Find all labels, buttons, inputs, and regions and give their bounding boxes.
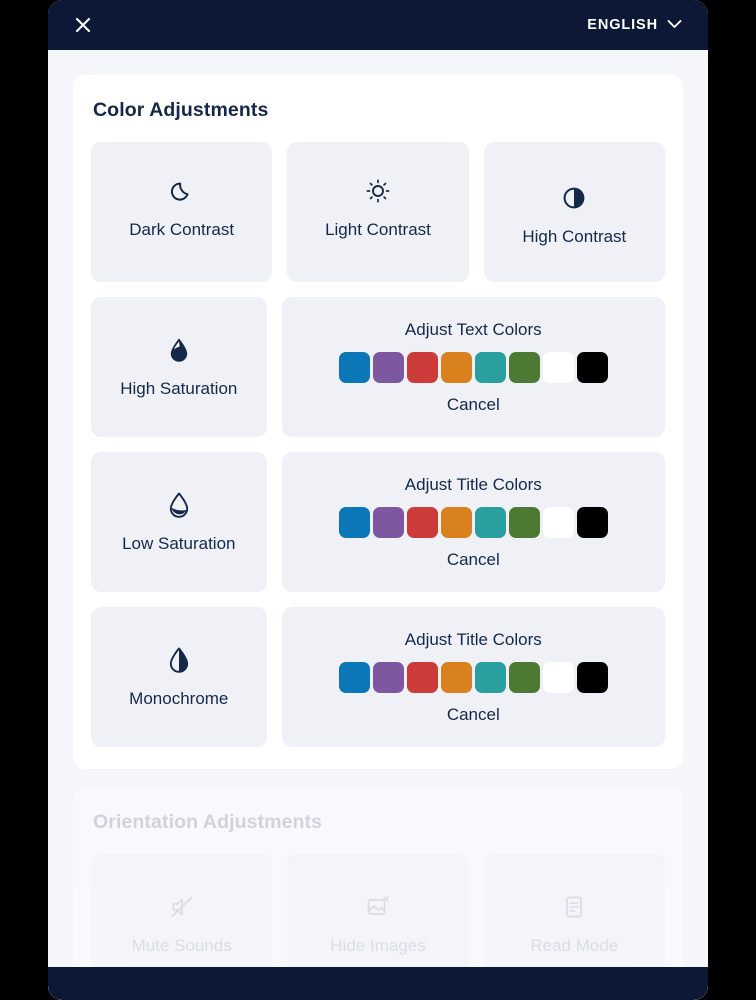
color-swatch-purple[interactable] — [372, 351, 404, 383]
contrast-circle-icon — [561, 183, 587, 213]
droplet-half-bottom-icon — [167, 490, 191, 520]
panel-title: Adjust Title Colors — [404, 629, 542, 649]
color-swatch-black[interactable] — [576, 351, 608, 383]
panel-title: Adjust Title Colors — [404, 474, 542, 494]
color-swatch-orange[interactable] — [440, 351, 472, 383]
color-swatch-list — [338, 506, 608, 538]
color-swatch-blue[interactable] — [338, 351, 370, 383]
low-saturation-row: Low Saturation Adjust Title Colors Cance… — [91, 452, 665, 592]
contrast-row: Dark Contrast Light Contrast High Contra… — [91, 142, 665, 282]
tile-dark-contrast[interactable]: Dark Contrast — [91, 142, 273, 282]
widget-footer-bar — [48, 967, 708, 1000]
droplet-half-right-icon — [167, 645, 191, 675]
adjust-text-colors-panel: Adjust Text Colors Cancel — [281, 297, 665, 437]
tile-label: Dark Contrast — [129, 220, 235, 240]
color-swatch-green[interactable] — [508, 351, 540, 383]
document-lines-icon — [561, 892, 587, 922]
moon-icon — [169, 176, 195, 206]
color-swatch-white[interactable] — [542, 661, 574, 693]
tile-high-saturation[interactable]: High Saturation — [91, 297, 267, 437]
color-swatch-orange[interactable] — [440, 661, 472, 693]
language-selector[interactable]: ENGLISH — [587, 16, 682, 34]
tile-label: High Saturation — [120, 379, 238, 399]
color-swatch-teal[interactable] — [474, 661, 506, 693]
color-swatch-green[interactable] — [508, 661, 540, 693]
hide-image-icon — [365, 892, 391, 922]
color-swatch-blue[interactable] — [338, 506, 370, 538]
widget-header: ENGLISH — [48, 0, 708, 50]
color-swatch-purple[interactable] — [372, 506, 404, 538]
adjust-title-colors-panel-2: Adjust Title Colors Cancel — [281, 607, 665, 747]
color-swatch-teal[interactable] — [474, 506, 506, 538]
color-swatch-list — [338, 661, 608, 693]
color-swatch-orange[interactable] — [440, 506, 472, 538]
color-swatch-red[interactable] — [406, 351, 438, 383]
tile-label: Mute Sounds — [131, 936, 232, 956]
panel-title: Adjust Text Colors — [404, 319, 542, 339]
mute-sound-icon — [169, 892, 195, 922]
tile-label: Light Contrast — [325, 220, 431, 240]
color-swatch-white[interactable] — [542, 351, 574, 383]
color-swatch-purple[interactable] — [372, 661, 404, 693]
accessibility-widget: ENGLISH Color Adjustments Dark Contrast … — [48, 0, 708, 1000]
cancel-button[interactable]: Cancel — [447, 395, 500, 415]
color-swatch-blue[interactable] — [338, 661, 370, 693]
close-button[interactable] — [70, 12, 96, 38]
color-swatch-black[interactable] — [576, 506, 608, 538]
chevron-down-icon — [667, 16, 682, 34]
color-swatch-red[interactable] — [406, 661, 438, 693]
sun-icon — [365, 176, 391, 206]
cancel-button[interactable]: Cancel — [447, 705, 500, 725]
high-saturation-row: High Saturation Adjust Text Colors Cance… — [91, 297, 665, 437]
color-swatch-white[interactable] — [542, 506, 574, 538]
tile-label: Read Mode — [530, 936, 619, 956]
tile-label: High Contrast — [522, 227, 627, 247]
cancel-button[interactable]: Cancel — [447, 550, 500, 570]
monochrome-row: Monochrome Adjust Title Colors Cancel — [91, 607, 665, 747]
tile-light-contrast[interactable]: Light Contrast — [287, 142, 469, 282]
color-swatch-black[interactable] — [576, 661, 608, 693]
color-swatch-teal[interactable] — [474, 351, 506, 383]
tile-label: Hide Images — [330, 936, 426, 956]
language-label: ENGLISH — [587, 17, 658, 33]
tile-high-contrast[interactable]: High Contrast — [483, 142, 665, 282]
adjust-title-colors-panel-1: Adjust Title Colors Cancel — [281, 452, 665, 592]
droplet-filled-icon — [167, 335, 191, 365]
color-swatch-list — [338, 351, 608, 383]
color-adjustments-section: Color Adjustments Dark Contrast Light Co… — [73, 75, 683, 769]
section-title-orientation: Orientation Adjustments — [93, 811, 323, 833]
tile-monochrome[interactable]: Monochrome — [91, 607, 267, 747]
tile-label: Low Saturation — [122, 534, 236, 554]
widget-body: Color Adjustments Dark Contrast Light Co… — [48, 50, 708, 1000]
tile-label: Monochrome — [129, 689, 229, 709]
color-swatch-green[interactable] — [508, 506, 540, 538]
section-title-color: Color Adjustments — [93, 99, 269, 121]
close-icon — [73, 15, 93, 35]
tile-low-saturation[interactable]: Low Saturation — [91, 452, 267, 592]
color-swatch-red[interactable] — [406, 506, 438, 538]
